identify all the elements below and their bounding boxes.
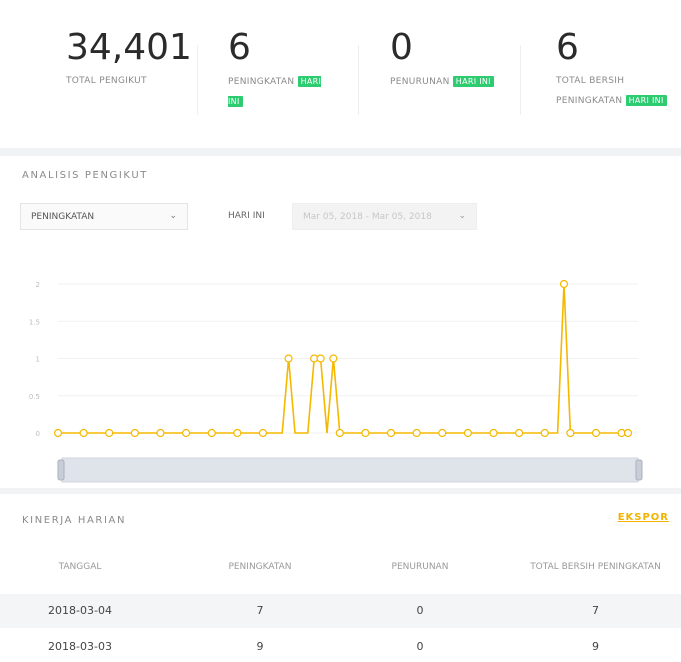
data-point	[207, 428, 216, 438]
followers-chart: 2 1.5 1 0.5 0	[29, 279, 643, 483]
data-point	[156, 428, 165, 438]
y-tick-label: 1	[36, 356, 40, 364]
data-point	[591, 428, 601, 438]
data-point	[105, 428, 114, 438]
column-header-increase: PENINGKATAN	[228, 562, 292, 572]
cell-decrease: 0	[416, 640, 424, 653]
range-slider-right-handle[interactable]	[635, 459, 643, 481]
data-point	[361, 428, 370, 438]
range-slider-track[interactable]	[61, 457, 639, 483]
table-row: 2018-03-03 9 0 9	[0, 628, 681, 662]
cell-net: 9	[592, 640, 599, 653]
data-point	[335, 428, 344, 438]
table-row: 2018-03-04 7 0 7	[0, 594, 681, 628]
cell-decrease: 0	[416, 604, 424, 617]
column-header-date: TANGGAL	[58, 562, 102, 572]
export-link[interactable]: EKSPOR	[618, 512, 669, 523]
cell-increase: 7	[256, 604, 264, 617]
data-point	[386, 428, 396, 438]
data-point	[130, 428, 139, 438]
data-point	[623, 428, 633, 438]
y-tick-label: 2	[36, 281, 40, 289]
cell-date: 2018-03-04	[48, 604, 112, 617]
data-point	[412, 428, 421, 438]
data-point	[540, 428, 549, 438]
y-tick-label: 1.5	[29, 318, 40, 326]
daily-title: KINERJA HARIAN	[22, 515, 127, 526]
section-separator	[0, 488, 681, 494]
column-header-net: TOTAL BERSIH PENINGKATAN	[530, 562, 661, 572]
data-point	[489, 428, 498, 438]
cell-date: 2018-03-03	[48, 640, 112, 653]
data-point	[53, 428, 63, 438]
column-header-decrease: PENURUNAN	[391, 562, 449, 572]
data-point	[79, 428, 88, 438]
data-point	[559, 279, 569, 289]
data-point	[233, 428, 242, 438]
data-point	[316, 354, 325, 363]
data-point	[515, 428, 524, 438]
range-slider-left-handle[interactable]	[57, 459, 65, 481]
data-point	[566, 428, 575, 438]
cell-increase: 9	[256, 640, 264, 653]
data-point	[463, 428, 472, 438]
data-point	[329, 354, 338, 363]
y-tick-label: 0.5	[29, 393, 40, 401]
cell-net: 7	[592, 604, 599, 617]
y-tick-label: 0	[36, 430, 40, 438]
data-point	[258, 428, 268, 438]
data-point	[284, 354, 293, 363]
data-point	[438, 428, 447, 438]
data-point	[181, 428, 191, 438]
